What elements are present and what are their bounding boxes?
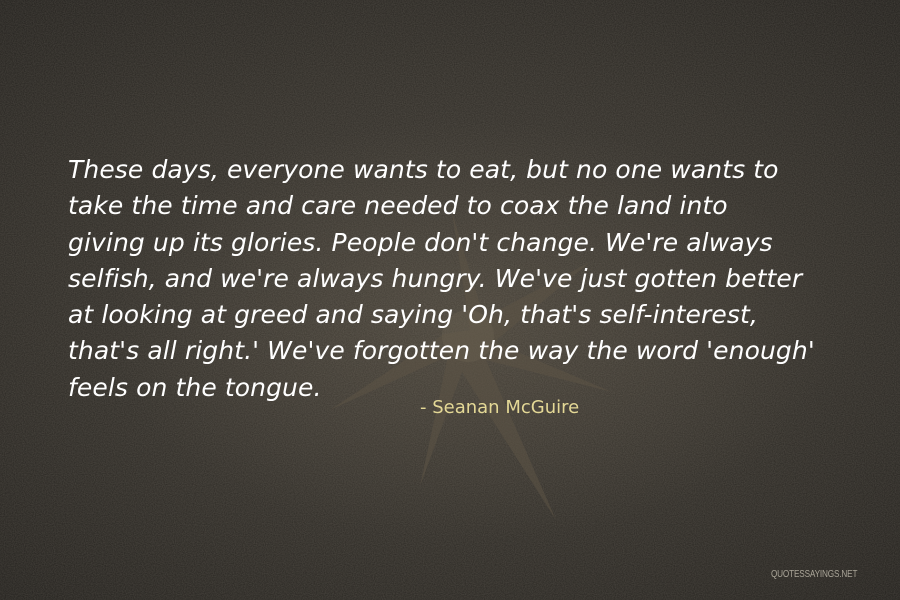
quote-image: These days, everyone wants to eat, but n… [0, 0, 900, 600]
site-watermark: QUOTESSAYINGS.NET [770, 569, 858, 580]
quote-text: These days, everyone wants to eat, but n… [68, 155, 815, 402]
quote-author: - Seanan McGuire [420, 397, 580, 418]
